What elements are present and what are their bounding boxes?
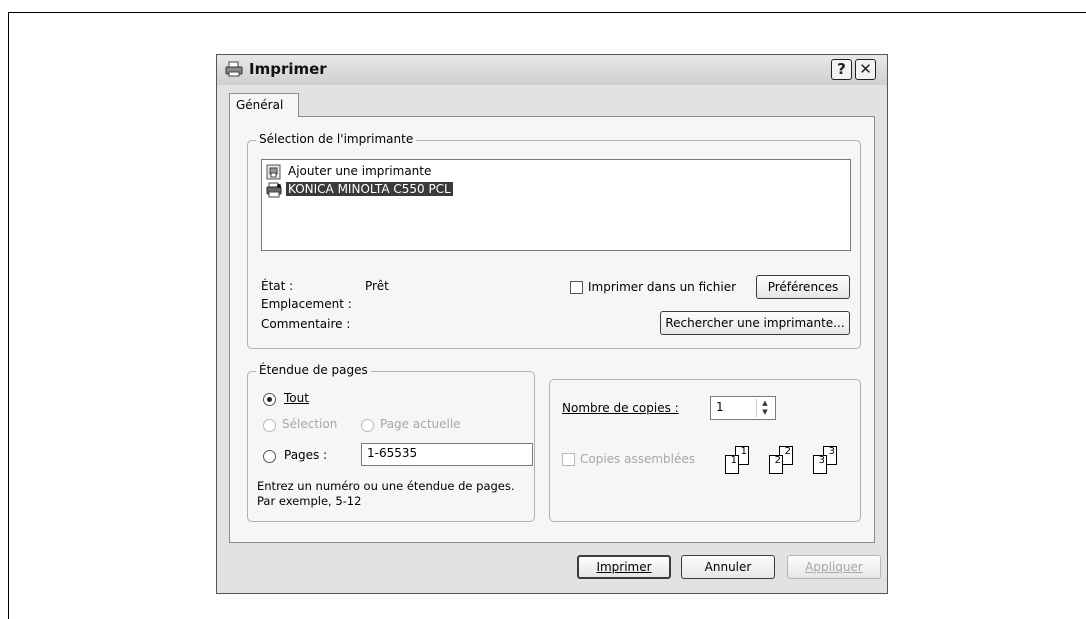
status-label: État : [261, 279, 294, 293]
page-range-hint-line1: Entrez un numéro ou une étendue de pages… [257, 479, 515, 493]
pages-radio[interactable] [263, 450, 276, 463]
collate-page: 3 [813, 455, 827, 474]
print-to-file-checkbox[interactable] [570, 281, 583, 294]
collate-page: 1 [725, 455, 739, 474]
print-button[interactable]: Imprimer [577, 555, 671, 579]
page-range-label: Étendue de pages [256, 363, 371, 377]
copies-value: 1 [716, 400, 724, 414]
pages-label[interactable]: Pages : [284, 448, 327, 462]
printer-icon [266, 182, 282, 198]
frame-left-border [8, 12, 9, 619]
pages-input[interactable]: 1-65535 [361, 443, 533, 466]
apply-button: Appliquer [787, 555, 881, 579]
selection-label: Sélection [282, 417, 338, 431]
printer-list[interactable]: Ajouter une imprimante KONICA MINOLTA C5… [261, 159, 851, 251]
general-tab-panel: Sélection de l'imprimante Ajouter une im… [229, 116, 875, 543]
dialog-title: Imprimer [249, 60, 327, 78]
print-dialog: Imprimer ? ✕ Général Sélection de l'impr… [216, 54, 888, 594]
spinner-arrows[interactable]: ▲ ▼ [756, 399, 773, 417]
collate-page: 2 [769, 455, 783, 474]
printer-selection-group: Sélection de l'imprimante Ajouter une im… [247, 132, 861, 349]
printer-name: KONICA MINOLTA C550 PCL [286, 182, 453, 196]
copies-count-label: Nombre de copies : [562, 401, 679, 415]
print-to-file-label[interactable]: Imprimer dans un fichier [588, 280, 736, 294]
page-range-hint-line2: Par exemple, 5-12 [257, 494, 362, 508]
frame-top-border [8, 12, 1086, 13]
current-page-label: Page actuelle [380, 417, 461, 431]
status-value: Prêt [365, 279, 389, 293]
collate-label: Copies assemblées [580, 452, 696, 466]
tab-general[interactable]: Général [229, 93, 299, 117]
copies-group: Nombre de copies : 1 ▲ ▼ Copies assemblé… [549, 379, 861, 522]
find-printer-button[interactable]: Rechercher une imprimante... [660, 311, 850, 335]
radio-selected-dot [267, 397, 272, 402]
spinner-up-icon[interactable]: ▲ [757, 399, 773, 408]
title-bar[interactable]: Imprimer ? ✕ [217, 55, 887, 85]
close-button[interactable]: ✕ [855, 59, 876, 80]
help-button[interactable]: ? [831, 59, 852, 80]
page-range-group: Étendue de pages Tout Sélection Page act… [247, 363, 535, 522]
collate-checkbox [562, 453, 575, 466]
tab-general-label: Général [236, 98, 284, 112]
spinner-down-icon[interactable]: ▼ [757, 408, 773, 417]
add-printer-icon [266, 164, 281, 180]
all-pages-label[interactable]: Tout [284, 391, 309, 405]
selection-radio [263, 419, 276, 432]
printer-name: Ajouter une imprimante [288, 164, 432, 178]
collate-illustration: 1 1 2 2 3 3 [721, 442, 861, 482]
cancel-button[interactable]: Annuler [681, 555, 775, 579]
printer-selection-label: Sélection de l'imprimante [256, 132, 417, 146]
all-pages-radio[interactable] [263, 393, 276, 406]
copies-spinner[interactable]: 1 ▲ ▼ [710, 396, 776, 420]
comment-label: Commentaire : [261, 317, 351, 331]
current-page-radio [361, 419, 374, 432]
printer-icon [225, 61, 243, 77]
location-label: Emplacement : [261, 297, 352, 311]
preferences-button[interactable]: Préférences [756, 275, 850, 299]
